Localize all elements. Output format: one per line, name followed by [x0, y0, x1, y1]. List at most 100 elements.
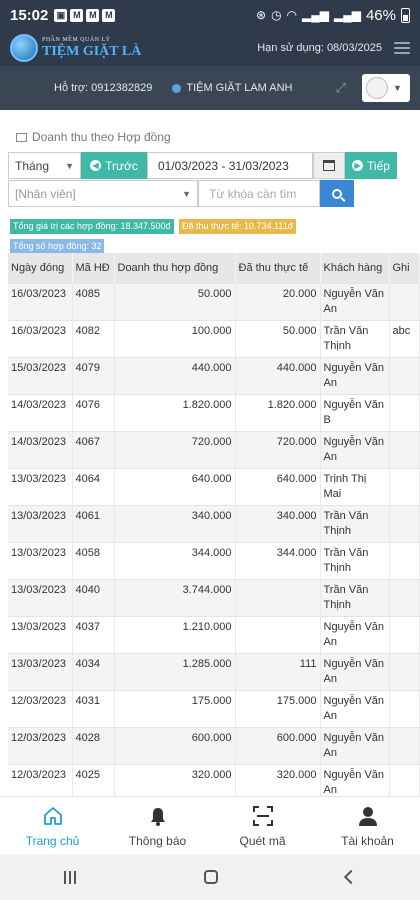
- cell-contract-id: 4082: [72, 319, 115, 357]
- cell-date: 13/03/2023: [8, 467, 73, 505]
- cell-customer: Nguyễn Văn An: [320, 652, 390, 690]
- next-button[interactable]: ▶ Tiếp: [345, 152, 397, 179]
- cell-note: abc: [389, 319, 420, 357]
- home-icon: [41, 804, 65, 828]
- date-filter-row: Tháng ▼ ◀ Trước 01/03/2023 - 31/03/2023 …: [8, 152, 397, 179]
- signal-icon: ▂▄▆: [302, 8, 329, 22]
- cell-contract-id: 4064: [72, 467, 115, 505]
- cell-contract-id: 4085: [72, 282, 115, 320]
- cell-contract-revenue: 320.000: [114, 763, 236, 796]
- system-nav-bar: [0, 854, 420, 900]
- cell-contract-revenue: 1.285.000: [114, 652, 236, 690]
- cell-customer: Trần Văn Thịnh: [320, 504, 390, 542]
- cell-note: [389, 282, 420, 320]
- avatar: [366, 77, 388, 99]
- table-row[interactable]: 13/03/2023 4040 3.744.000 Trần Văn Thịnh: [8, 578, 420, 616]
- search-button[interactable]: [320, 180, 354, 207]
- cell-paid: 50.000: [235, 319, 321, 357]
- cell-contract-revenue: 3.744.000: [114, 578, 236, 616]
- app-logo[interactable]: PHẦN MỀM QUẢN LÝ TIỆM GIẶT LÀ: [42, 37, 141, 59]
- date-range-input[interactable]: 01/03/2023 - 31/03/2023: [147, 152, 313, 179]
- cell-customer: Nguyễn Văn An: [320, 726, 390, 764]
- nfc-icon: ⊛: [256, 8, 267, 22]
- cell-paid: [235, 615, 321, 653]
- table-row[interactable]: 12/03/2023 4031 175.000 175.000 Nguyễn Văn A…: [8, 689, 420, 727]
- table-row[interactable]: 13/03/2023 4064 640.000 640.000 Trịnh Thị Ma…: [8, 467, 420, 505]
- previous-button[interactable]: ◀ Trước: [81, 152, 147, 179]
- revenue-table-wrap[interactable]: Ngày đóng Mã HĐ Doanh thu hợp đồng Đã th…: [8, 253, 420, 796]
- table-row[interactable]: 12/03/2023 4025 320.000 320.000 Nguyễn Văn A…: [8, 763, 420, 796]
- shop-selector[interactable]: TIỆM GIẶT LAM ANH: [172, 82, 293, 94]
- cell-contract-revenue: 344.000: [114, 541, 236, 579]
- keyword-input[interactable]: [198, 180, 320, 207]
- nav-account[interactable]: Tài khoản: [315, 797, 420, 854]
- table-row[interactable]: 14/03/2023 4076 1.820.000 1.820.000 Nguyễn V…: [8, 393, 420, 431]
- table-row[interactable]: 14/03/2023 4067 720.000 720.000 Nguyễn Văn A…: [8, 430, 420, 468]
- cell-note: [389, 578, 420, 616]
- cell-paid: 20.000: [235, 282, 321, 320]
- table-row[interactable]: 16/03/2023 4082 100.000 50.000 Trần Văn Thịn…: [8, 319, 420, 357]
- cell-customer: Trần Văn Thịnh: [320, 541, 390, 579]
- calendar-icon: [323, 160, 335, 171]
- cell-contract-revenue: 100.000: [114, 319, 236, 357]
- table-row[interactable]: 12/03/2023 4028 600.000 600.000 Nguyễn Văn A…: [8, 726, 420, 764]
- date-range-value: 01/03/2023 - 31/03/2023: [158, 158, 289, 173]
- cell-note: [389, 356, 420, 394]
- cell-customer: Nguyễn Văn An: [320, 763, 390, 796]
- cell-contract-id: 4025: [72, 763, 115, 796]
- cell-date: 12/03/2023: [8, 689, 73, 727]
- nav-scan[interactable]: Quét mã: [210, 797, 315, 854]
- cell-note: [389, 652, 420, 690]
- header-note[interactable]: Ghi: [389, 253, 420, 283]
- cell-note: [389, 430, 420, 468]
- cell-note: [389, 726, 420, 764]
- nav-notifications[interactable]: Thông báo: [105, 797, 210, 854]
- search-icon: [332, 188, 342, 199]
- next-button-label: Tiếp: [367, 158, 390, 173]
- cell-paid: 440.000: [235, 356, 321, 394]
- header-date[interactable]: Ngày đóng: [8, 253, 73, 283]
- cell-note: [389, 467, 420, 505]
- nav-home[interactable]: Trang chủ: [0, 797, 105, 854]
- cell-contract-id: 4058: [72, 541, 115, 579]
- cell-note: [389, 504, 420, 542]
- table-row[interactable]: 13/03/2023 4061 340.000 340.000 Trần Văn Thị…: [8, 504, 420, 542]
- status-time: 15:02: [10, 6, 49, 24]
- cell-customer: Trần Văn Thịnh: [320, 578, 390, 616]
- cell-contract-id: 4037: [72, 615, 115, 653]
- previous-button-label: Trước: [105, 158, 138, 173]
- status-bar: 15:02 ▣ M M M ⊛ ◷ ◠ ▂▄▆ ▂▄▆ 46%: [0, 0, 420, 30]
- user-menu[interactable]: ▼: [362, 74, 410, 102]
- table-row[interactable]: 16/03/2023 4085 50.000 20.000 Nguyễn Văn An: [8, 282, 420, 320]
- mail-icon: M: [86, 8, 100, 22]
- signal-icon: ▂▄▆: [334, 8, 361, 22]
- fullscreen-icon[interactable]: ⤢: [336, 80, 346, 96]
- globe-icon: [172, 83, 182, 93]
- cell-contract-id: 4061: [72, 504, 115, 542]
- header-contract-revenue[interactable]: Doanh thu hợp đồng: [114, 253, 236, 283]
- cell-contract-id: 4028: [72, 726, 115, 764]
- menu-icon[interactable]: [394, 42, 410, 54]
- header-customer[interactable]: Khách hàng: [320, 253, 390, 283]
- table-row[interactable]: 13/03/2023 4034 1.285.000 111 Nguyễn Văn An: [8, 652, 420, 690]
- expiry-date: Hạn sử dụng: 08/03/2025: [257, 42, 382, 54]
- cell-date: 14/03/2023: [8, 430, 73, 468]
- staff-select[interactable]: [Nhân viên] ▼: [8, 180, 198, 207]
- cell-contract-revenue: 1.820.000: [114, 393, 236, 431]
- table-row[interactable]: 13/03/2023 4037 1.210.000 Nguyễn Văn An: [8, 615, 420, 653]
- period-select[interactable]: Tháng ▼: [8, 152, 81, 179]
- back-icon[interactable]: [343, 869, 359, 885]
- alarm-icon: ◷: [271, 8, 282, 22]
- table-row[interactable]: 13/03/2023 4058 344.000 344.000 Trần Văn Thị…: [8, 541, 420, 579]
- nav-scan-label: Quét mã: [239, 833, 286, 848]
- table-row[interactable]: 15/03/2023 4079 440.000 440.000 Nguyễn Văn A…: [8, 356, 420, 394]
- home-button-icon[interactable]: [204, 870, 218, 884]
- cell-date: 12/03/2023: [8, 763, 73, 796]
- logo-title: TIỆM GIẶT LÀ: [42, 44, 142, 59]
- support-phone[interactable]: Hỗ trợ: 0912382829: [54, 82, 152, 94]
- cell-customer: Nguyễn Văn An: [320, 615, 390, 653]
- recents-icon[interactable]: [64, 870, 76, 884]
- header-contract-id[interactable]: Mã HĐ: [72, 253, 115, 283]
- header-paid[interactable]: Đã thu thực tế: [235, 253, 321, 283]
- calendar-button[interactable]: [313, 152, 345, 179]
